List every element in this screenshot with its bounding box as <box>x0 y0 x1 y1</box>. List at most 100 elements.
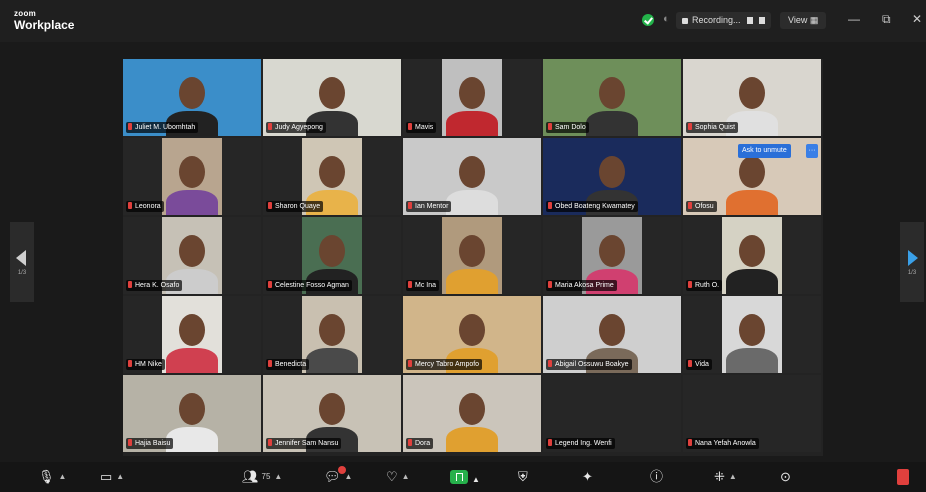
stop-recording-icon[interactable] <box>758 17 765 25</box>
chevron-up-icon: ▲ <box>344 472 353 481</box>
participant-name: Celestine Fosso Agman <box>275 282 349 289</box>
recording-icon <box>682 17 688 24</box>
participant-name: Legend Ing. Wenfi <box>555 440 612 447</box>
participant-shoulders <box>726 348 778 373</box>
participant-shoulders <box>446 427 498 452</box>
muted-mic-icon <box>548 123 552 130</box>
muted-mic-icon <box>268 281 272 288</box>
participant-name: Sam Dolo <box>555 124 586 131</box>
ask-to-unmute-button[interactable]: Ask to unmute <box>738 144 791 158</box>
muted-mic-icon <box>548 281 552 288</box>
muted-mic-icon <box>268 439 272 446</box>
recording-indicator[interactable]: Recording... <box>676 12 771 29</box>
minimize-button[interactable]: — <box>848 12 860 26</box>
leave-meeting-button[interactable] <box>897 469 909 485</box>
participant-name-tag: Sharon Quaye <box>266 201 324 212</box>
participant-shoulders <box>446 190 498 215</box>
participant-tile[interactable]: Sam Dolo <box>543 59 681 136</box>
participant-tile[interactable]: Mavis <box>403 59 541 136</box>
encryption-shield-icon[interactable] <box>642 14 654 26</box>
participant-face <box>319 393 345 425</box>
participant-tile[interactable]: Celestine Fosso Agman <box>263 217 401 294</box>
participant-tile[interactable]: Mercy Tabro Ampofo <box>403 296 541 373</box>
logo-small-text: zoom <box>14 9 37 18</box>
participant-name: Sharon Quaye <box>275 203 321 210</box>
recording-label: Recording... <box>692 15 741 25</box>
chevron-up-icon: ▲ <box>728 472 737 481</box>
participant-video <box>722 217 782 294</box>
participant-shoulders <box>446 111 498 136</box>
participant-tile[interactable]: Hajia Baisu <box>123 375 261 452</box>
participant-name: Hajia Baisu <box>135 440 171 447</box>
next-page-button[interactable]: 1/3 <box>900 222 924 302</box>
security-button[interactable]: ⛨ <box>518 469 528 485</box>
participant-tile[interactable]: HM Nike <box>123 296 261 373</box>
info-icon[interactable]: ◐ <box>663 13 670 25</box>
microphone-icon: 🎙︎ <box>38 469 55 484</box>
participant-name: HM Nike <box>135 361 162 368</box>
participant-tile[interactable]: Sharon Quaye <box>263 138 401 215</box>
participant-name-tag: Nana Yefah Anowla <box>686 438 759 449</box>
info-button[interactable]: ⓘ <box>650 469 663 485</box>
share-options-caret[interactable]: ▲ <box>472 472 480 488</box>
close-button[interactable]: ✕ <box>912 12 922 26</box>
previous-page-button[interactable]: 1/3 <box>10 222 34 302</box>
participant-face <box>459 235 485 267</box>
participant-face <box>319 314 345 346</box>
participant-name: Juliet M. Ubomhtah <box>135 124 196 131</box>
participant-tile[interactable]: Legend Ing. Wenfi <box>543 375 681 452</box>
ai-companion-button[interactable]: ✦ <box>582 469 593 485</box>
video-button[interactable]: ▭ ▲ <box>100 469 124 485</box>
participant-name-tag: Mercy Tabro Ampofo <box>406 359 483 370</box>
participant-name-tag: Dora <box>406 438 434 449</box>
muted-mic-icon <box>688 439 692 446</box>
left-page-indicator: 1/3 <box>17 270 27 276</box>
info-circle-icon: ⓘ <box>650 469 664 484</box>
participant-tile[interactable]: Ruth O. <box>683 217 821 294</box>
more-options-button[interactable]: ··· <box>806 144 818 158</box>
muted-mic-icon <box>128 360 132 367</box>
participant-tile[interactable]: Benedicta <box>263 296 401 373</box>
participant-tile[interactable]: Abigail Ossuwu Boakye <box>543 296 681 373</box>
participant-name-tag: Celestine Fosso Agman <box>266 280 352 291</box>
participant-video <box>162 296 222 373</box>
more-button[interactable]: ⊙ <box>780 469 791 485</box>
participants-button[interactable]: 👥︎ 75 ▲ <box>242 469 282 485</box>
logo-main-text: Workplace <box>14 18 75 32</box>
heart-icon: ♡ <box>386 469 398 484</box>
participant-face <box>599 77 625 109</box>
participant-tile[interactable]: Leonora <box>123 138 261 215</box>
participant-tile[interactable]: Obed Boateng Kwamatey <box>543 138 681 215</box>
participant-tile[interactable]: Ian Mentor <box>403 138 541 215</box>
participants-icon: 👥︎ <box>242 469 259 484</box>
participant-shoulders <box>726 190 778 215</box>
participant-tile[interactable]: Dora <box>403 375 541 452</box>
participant-face <box>459 314 485 346</box>
restore-button[interactable]: ⧉ <box>882 12 891 27</box>
gallery-grid: Juliet M. Ubomhtah Judy Agyepong Mavis Sam … <box>123 59 823 456</box>
participant-tile[interactable]: Mc Ina <box>403 217 541 294</box>
participant-tile[interactable]: Judy Agyepong <box>263 59 401 136</box>
muted-mic-icon <box>128 439 132 446</box>
participant-tile[interactable]: Hera K. Osafo <box>123 217 261 294</box>
react-button[interactable]: ♡ ▲ <box>386 469 410 485</box>
chevron-up-icon: ▲ <box>274 472 283 481</box>
mute-button[interactable]: 🎙︎ ▲ <box>38 469 66 485</box>
participant-tile[interactable]: Juliet M. Ubomhtah <box>123 59 261 136</box>
more-icon: ⊙ <box>780 469 791 484</box>
participant-face <box>739 77 765 109</box>
participant-tile[interactable]: Sophia Quist <box>683 59 821 136</box>
participant-name: Maria Akosa Prime <box>555 282 614 289</box>
apps-button[interactable]: ⁜ ▲ <box>714 469 737 485</box>
view-button[interactable]: View ▦ <box>780 12 827 29</box>
participant-tile[interactable]: Maria Akosa Prime <box>543 217 681 294</box>
participant-name: Judy Agyepong <box>275 124 323 131</box>
participant-tile[interactable]: Vida <box>683 296 821 373</box>
pause-recording-icon[interactable] <box>746 17 753 25</box>
share-screen-button[interactable] <box>450 470 468 484</box>
participant-name: Ruth O. <box>695 282 720 289</box>
participant-tile[interactable]: Nana Yefah Anowla <box>683 375 821 452</box>
view-label: View <box>788 15 808 25</box>
participant-tile[interactable]: Jennifer Sam Nansu <box>263 375 401 452</box>
participant-name: Mercy Tabro Ampofo <box>415 361 480 368</box>
